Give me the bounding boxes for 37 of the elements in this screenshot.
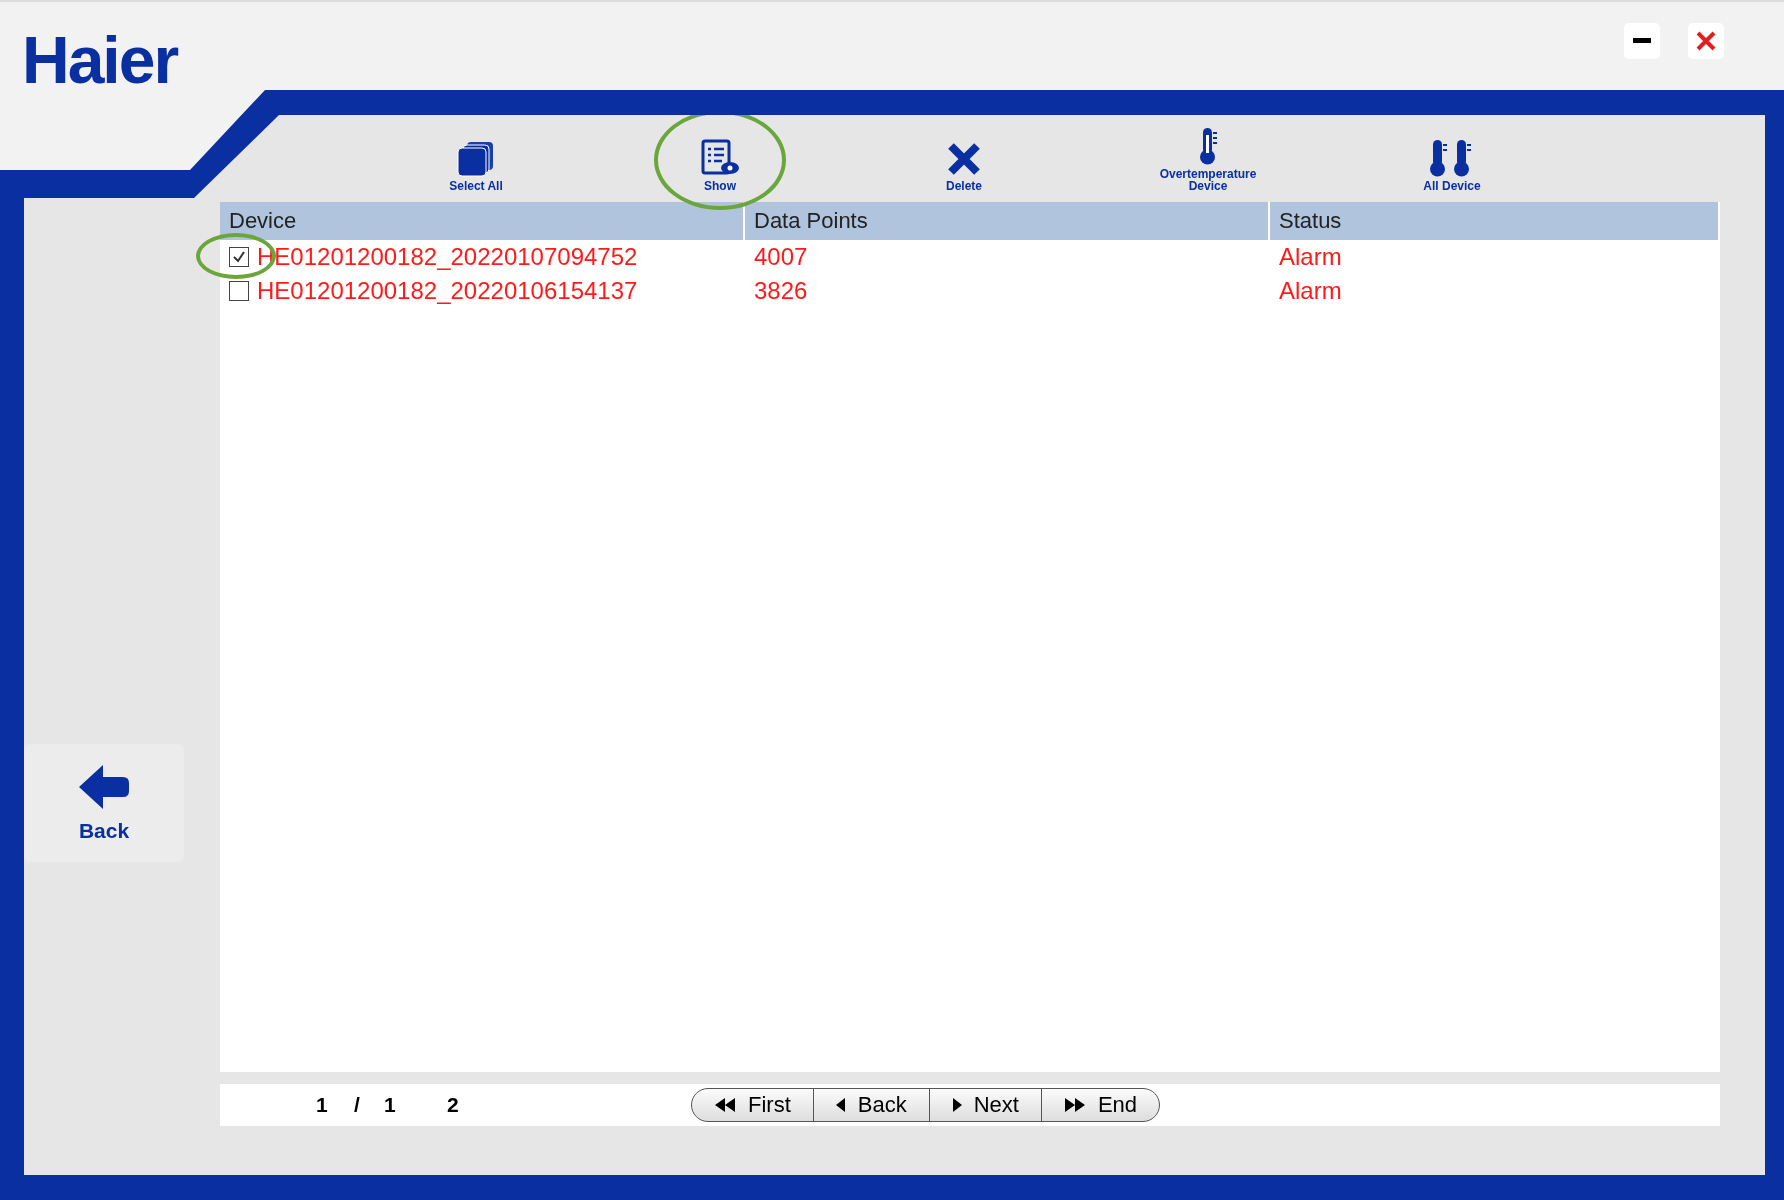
back-button[interactable]: Back — [24, 744, 184, 862]
data-points-cell: 4007 — [754, 243, 808, 271]
minimize-icon — [1633, 38, 1651, 44]
status-cell: Alarm — [1279, 277, 1342, 305]
row-checkbox[interactable] — [229, 247, 249, 267]
current-page: 1 — [316, 1093, 328, 1117]
list-eye-icon — [701, 139, 739, 177]
stack-icon — [457, 141, 495, 177]
total-pages: 1 — [384, 1093, 396, 1117]
page-button[interactable]: End — [1040, 1088, 1161, 1122]
toolbar-button[interactable]: All Device — [1423, 139, 1481, 192]
minimize-button[interactable] — [1624, 23, 1660, 59]
page-button[interactable]: Next — [928, 1088, 1042, 1122]
toolbar-button[interactable]: Delete — [946, 141, 982, 192]
page-separator: / — [354, 1093, 360, 1117]
toolbar-button[interactable]: Show — [701, 139, 739, 192]
left-triangle-icon — [835, 1098, 846, 1112]
double-left-icon — [714, 1098, 736, 1112]
arrow-left-icon — [77, 763, 131, 811]
double-right-icon — [1063, 1098, 1086, 1112]
column-header: Status — [1270, 202, 1720, 240]
data-points-cell: 3826 — [754, 277, 808, 305]
record-count: 2 — [447, 1093, 459, 1117]
close-icon — [1695, 30, 1717, 52]
page-button[interactable]: Back — [812, 1088, 930, 1122]
close-button[interactable] — [1688, 23, 1724, 59]
column-header: Device — [220, 202, 745, 240]
column-header: Data Points — [745, 202, 1270, 240]
x-icon — [946, 141, 982, 177]
app-logo: Haier — [22, 22, 178, 98]
page-button[interactable]: First — [691, 1088, 814, 1122]
device-cell: HE01201200182_20220106154137 — [257, 277, 638, 305]
row-checkbox[interactable] — [229, 281, 249, 301]
toolbar-button[interactable]: Select All — [449, 141, 503, 192]
toolbar-button[interactable]: Overtemperature Device — [1153, 127, 1263, 192]
right-triangle-icon — [951, 1098, 962, 1112]
status-cell: Alarm — [1279, 243, 1342, 271]
